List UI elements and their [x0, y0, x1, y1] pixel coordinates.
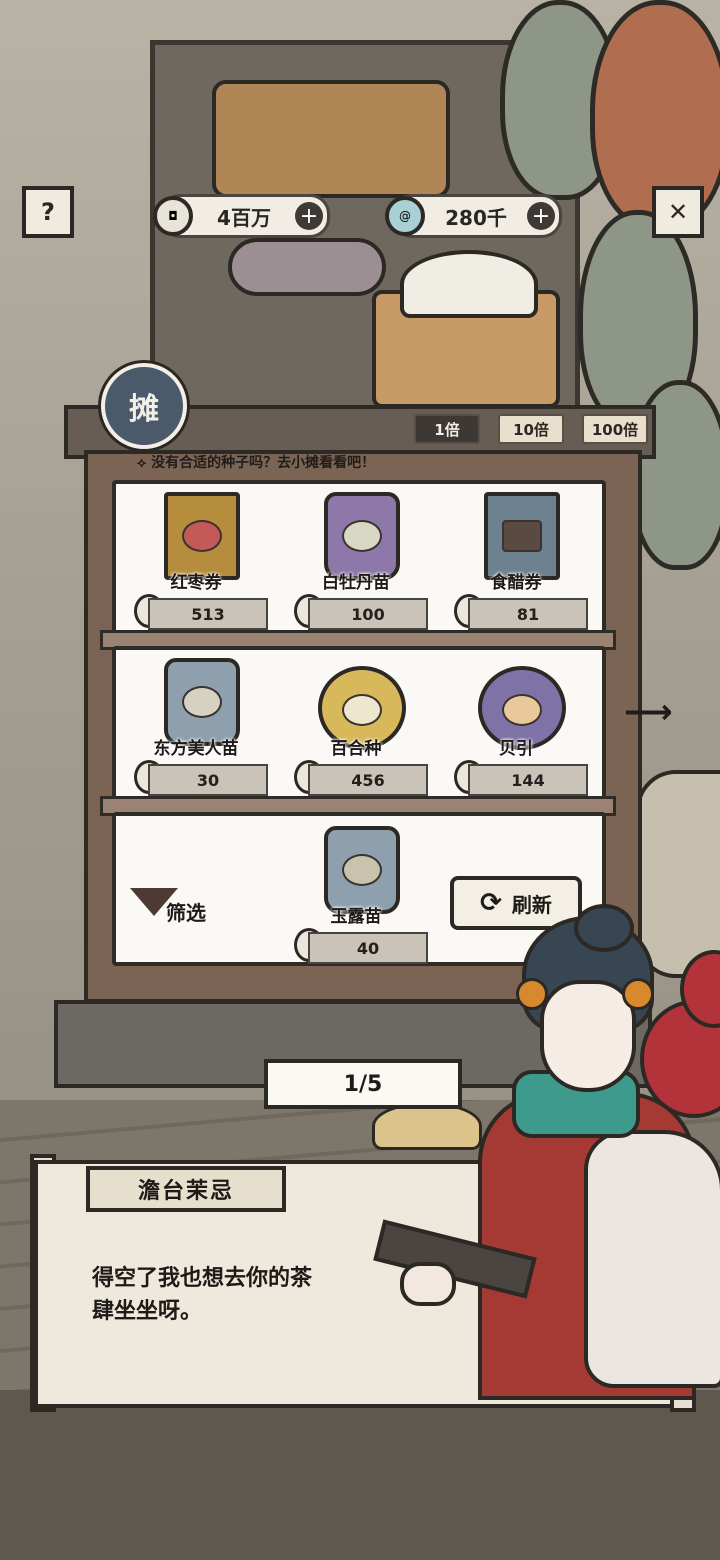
jade-swirl-icon: @: [385, 196, 425, 236]
help-button[interactable]: ?: [22, 186, 74, 238]
seed-bag-icon: [164, 658, 240, 746]
item-price: 456: [308, 764, 428, 796]
item-price: 100: [308, 598, 428, 630]
jade-amount: 280千: [445, 205, 507, 230]
item-name: 贝引: [499, 739, 533, 759]
close-button[interactable]: ✕: [652, 186, 704, 238]
dialog-text: 得空了我也想去你的茶 肆坐坐呀。: [92, 1262, 392, 1328]
item-name: 东方美人苗: [153, 739, 239, 759]
item-name: 玉露苗: [330, 907, 382, 927]
item-name: 食醋券: [490, 573, 542, 593]
background-woven-box: [212, 80, 450, 198]
item-name: 白牡丹苗: [322, 573, 390, 593]
stall-badge[interactable]: 摊: [101, 363, 187, 449]
background-garlic: [228, 238, 386, 296]
add-jade-button[interactable]: +: [527, 202, 555, 230]
multiplier-100x[interactable]: 100倍: [582, 414, 648, 444]
vinegar-voucher-icon: [484, 492, 560, 580]
speaker-name: 澹台茉忌: [86, 1166, 286, 1212]
background-rolled-mat: [636, 770, 720, 978]
hair-ornament: [516, 978, 548, 1010]
question-mark-icon: ?: [41, 198, 55, 226]
coin-amount: 4百万: [217, 205, 271, 230]
hint-pointer-icon: ⟡: [137, 455, 152, 471]
character-sleeve: [584, 1130, 720, 1388]
stall-hint[interactable]: ⟡ 没有合适的种子吗？去小摊看看吧！: [137, 452, 437, 472]
close-icon: ✕: [667, 198, 689, 226]
shop-item-shell-bait[interactable]: 贝引 144: [446, 650, 588, 800]
refresh-icon: ⟳: [480, 888, 502, 918]
shop-item-vinegar-voucher[interactable]: 食醋券 81: [446, 484, 588, 634]
item-price: 513: [148, 598, 268, 630]
seed-bag-icon: [324, 826, 400, 914]
item-price: 144: [468, 764, 588, 796]
stall-badge-text: 摊: [129, 392, 159, 427]
item-name: 红枣券: [170, 573, 222, 593]
page-indicator: 1/5: [264, 1059, 462, 1109]
character-hair-bun: [574, 904, 634, 952]
item-price: 30: [148, 764, 268, 796]
item-price: 81: [468, 598, 588, 630]
hair-ornament: [622, 978, 654, 1010]
seed-bag-icon: [324, 492, 400, 580]
item-price: 40: [308, 932, 428, 964]
multiplier-1x[interactable]: 1倍: [414, 414, 480, 444]
copper-coin-icon: ◘: [153, 196, 193, 236]
background-grain-pile: [372, 1102, 482, 1150]
filter-label: 筛选: [166, 901, 206, 925]
shop-item-dongfangmeiren-seedling[interactable]: 东方美人苗 30: [126, 650, 268, 800]
filter-button[interactable]: 筛选: [130, 872, 250, 932]
background-floor-shadow: [0, 1390, 720, 1560]
background-rice: [400, 250, 538, 318]
refresh-label: 刷新: [511, 892, 552, 917]
dialog-line-2: 肆坐坐呀。: [92, 1299, 203, 1324]
red-date-voucher-icon: [164, 492, 240, 580]
stall-hint-text: 没有合适的种子吗？去小摊看看吧！: [151, 455, 376, 471]
currency-coins[interactable]: ◘ 4百万 +: [153, 194, 330, 238]
game-scene: ? ◘ 4百万 + @ 280千 + ✕ 摊 1倍 10倍 100倍 ⟡ 没有合…: [0, 0, 720, 1560]
currency-jade[interactable]: @ 280千 +: [385, 194, 562, 238]
shop-item-baimudan-seedling[interactable]: 白牡丹苗 100: [286, 484, 428, 634]
shop-item-yulu-seedling[interactable]: 玉露苗 40: [286, 818, 428, 968]
shop-item-lily-seed[interactable]: 百合种 456: [286, 650, 428, 800]
multiplier-10x[interactable]: 10倍: [498, 414, 564, 444]
item-name: 百合种: [330, 739, 382, 759]
next-page-arrow-icon[interactable]: ⟶: [624, 692, 696, 732]
character-hand: [400, 1262, 456, 1306]
dialog-line-1: 得空了我也想去你的茶: [92, 1266, 313, 1291]
add-coins-button[interactable]: +: [295, 202, 323, 230]
shop-item-hongzao-voucher[interactable]: 红枣券 513: [126, 484, 268, 634]
